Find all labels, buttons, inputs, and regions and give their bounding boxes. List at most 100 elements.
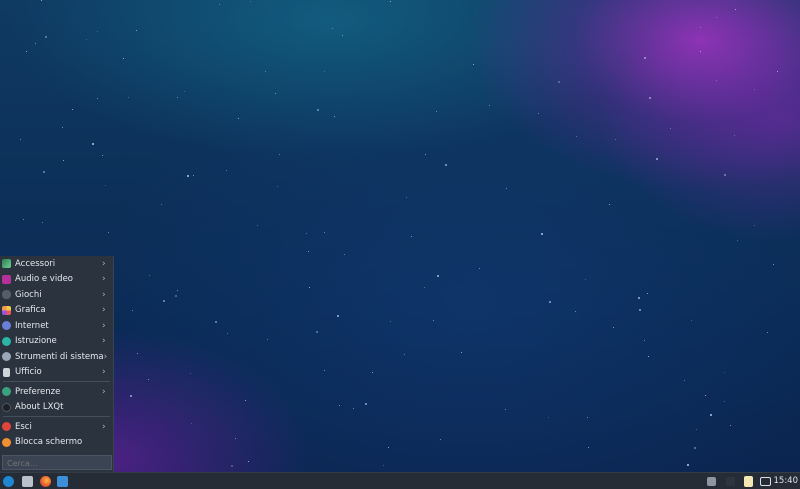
clipboard-tray-icon[interactable] (744, 476, 753, 487)
star (72, 109, 73, 110)
star (644, 57, 646, 59)
star (700, 51, 701, 52)
star (724, 401, 725, 402)
menu-item-accessori[interactable]: Accessori › (0, 256, 113, 271)
star (767, 332, 768, 333)
star (639, 309, 641, 311)
games-icon (2, 290, 11, 299)
preferences-icon (2, 387, 11, 396)
star (734, 135, 735, 136)
star (148, 379, 149, 380)
star (716, 17, 717, 18)
star (754, 225, 755, 226)
star (324, 370, 325, 371)
star (436, 111, 437, 112)
menu-item-label: Istruzione (15, 336, 57, 346)
star (227, 333, 228, 334)
star (411, 236, 412, 237)
star (63, 160, 64, 161)
chevron-right-icon: › (102, 367, 106, 377)
menu-item-label: About LXQt (15, 402, 64, 412)
star (215, 321, 217, 323)
star (238, 118, 239, 119)
star (489, 105, 490, 106)
display-tray-icon[interactable] (760, 477, 771, 486)
star (226, 170, 227, 171)
star (696, 429, 697, 430)
chevron-right-icon: › (102, 336, 106, 346)
menu-search-input[interactable] (2, 455, 112, 470)
star (372, 372, 373, 373)
menu-item-istruzione[interactable]: Istruzione › (0, 334, 113, 349)
star (437, 275, 439, 277)
star (161, 204, 162, 205)
star (425, 154, 426, 155)
chevron-right-icon: › (102, 386, 106, 397)
star (324, 232, 325, 233)
lock-screen-icon (2, 437, 11, 447)
star (549, 301, 551, 303)
star (128, 97, 129, 98)
menu-item-label: Blocca schermo (15, 437, 83, 447)
star (638, 297, 640, 299)
star (108, 232, 109, 233)
lxqt-start-icon[interactable] (3, 476, 14, 487)
star (649, 97, 651, 99)
star (716, 80, 717, 81)
star (136, 30, 137, 31)
star (737, 240, 738, 241)
star (648, 356, 649, 357)
menu-item-blocca-schermo[interactable]: Blocca schermo (0, 435, 113, 450)
star (334, 116, 335, 117)
star (337, 315, 339, 317)
star (548, 417, 549, 418)
star (279, 154, 280, 155)
star (479, 268, 480, 269)
menu-item-ufficio[interactable]: Ufficio › (0, 365, 113, 380)
show-desktop-icon[interactable] (57, 476, 68, 487)
star (440, 439, 441, 440)
star (404, 354, 405, 355)
star (137, 353, 138, 354)
education-icon (2, 336, 11, 346)
taskbar: 15:40 (0, 472, 800, 489)
star (175, 295, 177, 297)
update-tray-icon[interactable] (707, 477, 716, 486)
firefox-icon[interactable] (40, 476, 51, 487)
menu-item-internet[interactable]: Internet › (0, 318, 113, 333)
star (184, 91, 185, 92)
star (684, 380, 685, 381)
menu-item-label: Preferenze (15, 386, 61, 397)
star (609, 204, 610, 205)
star (275, 93, 276, 94)
menu-item-grafica[interactable]: Grafica › (0, 303, 113, 318)
star (317, 109, 319, 111)
star (130, 395, 132, 397)
chevron-right-icon: › (102, 320, 106, 331)
menu-item-about-lxqt[interactable]: About LXQt (0, 400, 113, 415)
star (461, 352, 462, 353)
menu-item-esci[interactable]: Esci › (0, 419, 113, 434)
star (86, 39, 87, 40)
star (585, 279, 586, 280)
menu-item-preferenze[interactable]: Preferenze › (0, 384, 113, 399)
graphics-icon (2, 305, 11, 315)
chevron-right-icon: › (102, 289, 106, 300)
system-tools-icon (2, 352, 11, 361)
star (23, 219, 24, 220)
star (149, 275, 150, 276)
star (691, 320, 692, 321)
star (558, 81, 560, 83)
menu-item-strumenti-di-sistema[interactable]: Strumenti di sistema › (0, 349, 113, 364)
menu-item-label: Esci (15, 421, 32, 432)
star (342, 35, 343, 36)
star (309, 287, 310, 288)
menu-item-audio-video[interactable]: Audio e video › (0, 272, 113, 287)
star (191, 423, 192, 424)
star (644, 340, 645, 341)
clock[interactable]: 15:40 (774, 476, 799, 486)
network-tray-icon[interactable] (726, 477, 735, 486)
file-manager-icon[interactable] (22, 476, 33, 487)
menu-item-giochi[interactable]: Giochi › (0, 287, 113, 302)
accessories-icon (2, 259, 11, 268)
